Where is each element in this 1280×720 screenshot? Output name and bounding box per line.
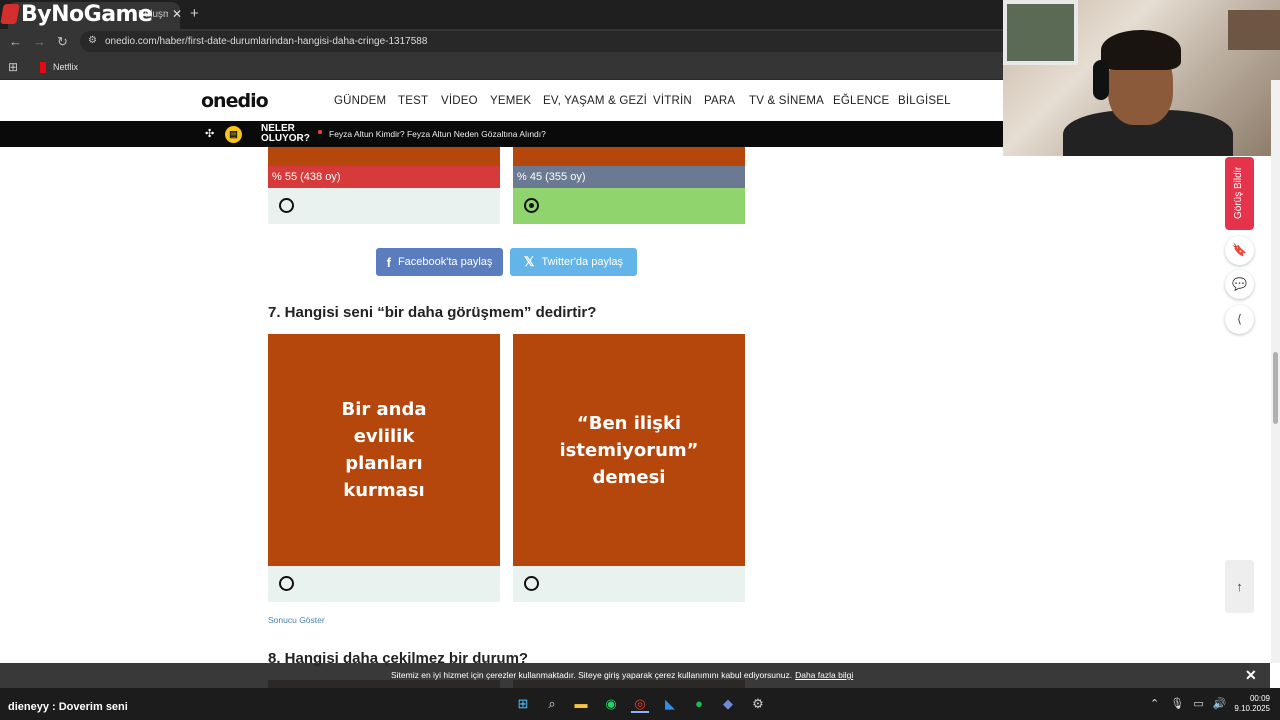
stream-logo-overlay: ByNoGame bbox=[0, 2, 153, 27]
twitter-share-button[interactable]: 𝕏 Twitter'da paylaş bbox=[510, 248, 637, 276]
taskbar-clock[interactable]: 00:09 9.10.2025 bbox=[1228, 694, 1270, 714]
site-info-icon[interactable]: ⚙ bbox=[88, 35, 97, 46]
stream-logo-text: ByNoGame bbox=[21, 2, 153, 27]
stream-chat-message: dieneyy : Doverim seni bbox=[8, 701, 128, 713]
q7-radio-b[interactable] bbox=[524, 576, 539, 591]
feedback-label: Görüş Bildir bbox=[1233, 166, 1244, 219]
site-logo[interactable]: onedio bbox=[201, 90, 269, 112]
facebook-icon: f bbox=[386, 254, 391, 270]
news-ticker: ✣ ▤ NELER OLUYOR? Feyza Altun Kimdir? Fe… bbox=[0, 121, 1003, 147]
facebook-share-label: Facebook'ta paylaş bbox=[397, 256, 493, 268]
file-explorer-icon[interactable]: ▬ bbox=[572, 695, 590, 713]
cookie-banner: Sitemiz en iyi hizmet için çerezler kull… bbox=[0, 663, 1270, 688]
tab-close-icon[interactable]: ✕ bbox=[172, 7, 182, 21]
menu-grid-icon[interactable]: ✣ bbox=[205, 127, 214, 140]
headset-icon bbox=[1093, 60, 1109, 100]
poll6-radio-b[interactable] bbox=[524, 198, 539, 213]
nav-item-ev-yasam[interactable]: EV, YAŞAM & GEZİ bbox=[543, 95, 647, 107]
comments-icon[interactable]: 💬 bbox=[1225, 270, 1254, 299]
live-badge-icon: ▤ bbox=[225, 126, 242, 143]
back-icon[interactable]: ← bbox=[9, 34, 22, 49]
search-icon[interactable]: ⌕ bbox=[543, 695, 561, 713]
clock-time: 00:09 bbox=[1249, 694, 1270, 703]
bookmark-add-icon[interactable]: 🔖 bbox=[1225, 236, 1254, 265]
system-tray: ⌃ 🎙 ▭ 🔊 bbox=[1150, 697, 1226, 710]
webcam-overlay bbox=[1003, 0, 1280, 156]
ticker-label: NELER OLUYOR? bbox=[261, 123, 310, 144]
windows-start-icon[interactable]: ⊞ bbox=[514, 695, 532, 713]
facebook-share-button[interactable]: f Facebook'ta paylaş bbox=[376, 248, 503, 276]
reload-icon[interactable]: ↻ bbox=[57, 34, 68, 50]
q7-option-a-image[interactable]: Bir anda evlilik planları kurması bbox=[268, 334, 500, 566]
network-icon[interactable]: ▭ bbox=[1193, 698, 1203, 710]
ticker-bullet bbox=[318, 130, 322, 134]
webcam-window bbox=[1003, 0, 1078, 65]
tray-chevron-icon[interactable]: ⌃ bbox=[1150, 698, 1159, 710]
clock-date: 9.10.2025 bbox=[1234, 704, 1270, 713]
q7-radio-a[interactable] bbox=[279, 576, 294, 591]
poll6-choice-a[interactable] bbox=[268, 188, 500, 224]
poll6-result-b: % 45 (355 oy) bbox=[517, 171, 586, 183]
q7-option-a-text: Bir anda evlilik planları kurması bbox=[341, 399, 427, 501]
nav-item-eglence[interactable]: EĞLENCE bbox=[833, 95, 889, 107]
q7-option-b-text: “Ben ilişki istemiyorum” demesi bbox=[559, 412, 699, 488]
cookie-text-wrap: Sitemiz en iyi hizmet için çerezler kull… bbox=[391, 670, 853, 680]
q7-choice-b[interactable] bbox=[513, 566, 745, 602]
poll6-option-b-image bbox=[513, 147, 745, 166]
poll6-option-a-image bbox=[268, 147, 500, 166]
q7-option-b-image[interactable]: “Ben ilişki istemiyorum” demesi bbox=[513, 334, 745, 566]
url-bar[interactable]: ⚙ onedio.com/haber/first-date-durumlarin… bbox=[80, 31, 1060, 52]
nav-item-para[interactable]: PARA bbox=[704, 95, 735, 107]
chrome-icon[interactable]: ◎ bbox=[631, 695, 649, 713]
twitter-share-label: Twitter'da paylaş bbox=[541, 256, 624, 268]
vscode-icon[interactable]: ◣ bbox=[661, 695, 679, 713]
feedback-button[interactable]: Görüş Bildir bbox=[1225, 157, 1254, 230]
scrollbar-thumb[interactable] bbox=[1273, 352, 1278, 424]
url-text: onedio.com/haber/first-date-durumlarinda… bbox=[105, 36, 428, 47]
poll6-radio-a[interactable] bbox=[279, 198, 294, 213]
nav-item-tv-sinema[interactable]: TV & SİNEMA bbox=[749, 95, 824, 107]
forward-icon[interactable]: → bbox=[33, 34, 46, 49]
netflix-icon bbox=[40, 62, 46, 73]
nav-item-video[interactable]: VİDEO bbox=[441, 95, 478, 107]
cookie-close-icon[interactable]: ✕ bbox=[1245, 667, 1257, 684]
cookie-more-info-link[interactable]: Daha fazla bilgi bbox=[795, 670, 853, 680]
volume-icon[interactable]: 🔊 bbox=[1213, 698, 1227, 710]
poll6-result-a: % 55 (438 oy) bbox=[272, 171, 341, 183]
new-tab-icon[interactable]: + bbox=[190, 5, 199, 22]
cookie-text: Sitemiz en iyi hizmet için çerezler kull… bbox=[391, 670, 793, 680]
share-icon[interactable]: ⟨ bbox=[1225, 305, 1254, 334]
nav-item-yemek[interactable]: YEMEK bbox=[490, 95, 531, 107]
nav-item-vitrin[interactable]: VİTRİN bbox=[653, 95, 692, 107]
nav-item-gundem[interactable]: GÜNDEM bbox=[334, 95, 386, 107]
spotify-icon[interactable]: ● bbox=[690, 695, 708, 713]
apps-grid-icon[interactable]: ⊞ bbox=[8, 60, 18, 74]
poll6-choice-b[interactable] bbox=[513, 188, 745, 224]
microphone-icon[interactable]: 🎙 bbox=[1170, 698, 1184, 710]
q7-choice-a[interactable] bbox=[268, 566, 500, 602]
whatsapp-icon[interactable]: ◉ bbox=[602, 695, 620, 713]
bookmark-netflix[interactable]: Netflix bbox=[53, 62, 78, 72]
bird-icon bbox=[0, 4, 20, 24]
webcam-shelf bbox=[1228, 10, 1280, 50]
nav-item-bilgisel[interactable]: BİLGİSEL bbox=[898, 95, 951, 107]
x-icon: 𝕏 bbox=[523, 254, 535, 269]
show-result-link[interactable]: Sonucu Göster bbox=[268, 615, 325, 625]
scroll-to-top-button[interactable]: ↑ bbox=[1225, 560, 1254, 613]
ticker-headline[interactable]: Feyza Altun Kimdir? Feyza Altun Neden Gö… bbox=[329, 129, 546, 139]
webcam-hair bbox=[1101, 30, 1181, 70]
nav-item-test[interactable]: TEST bbox=[398, 95, 428, 107]
discord-icon[interactable]: ◆ bbox=[719, 695, 737, 713]
question-7-title: 7. Hangisi seni “bir daha görüşmem” dedi… bbox=[268, 304, 597, 321]
settings-icon[interactable]: ⚙ bbox=[749, 695, 767, 713]
